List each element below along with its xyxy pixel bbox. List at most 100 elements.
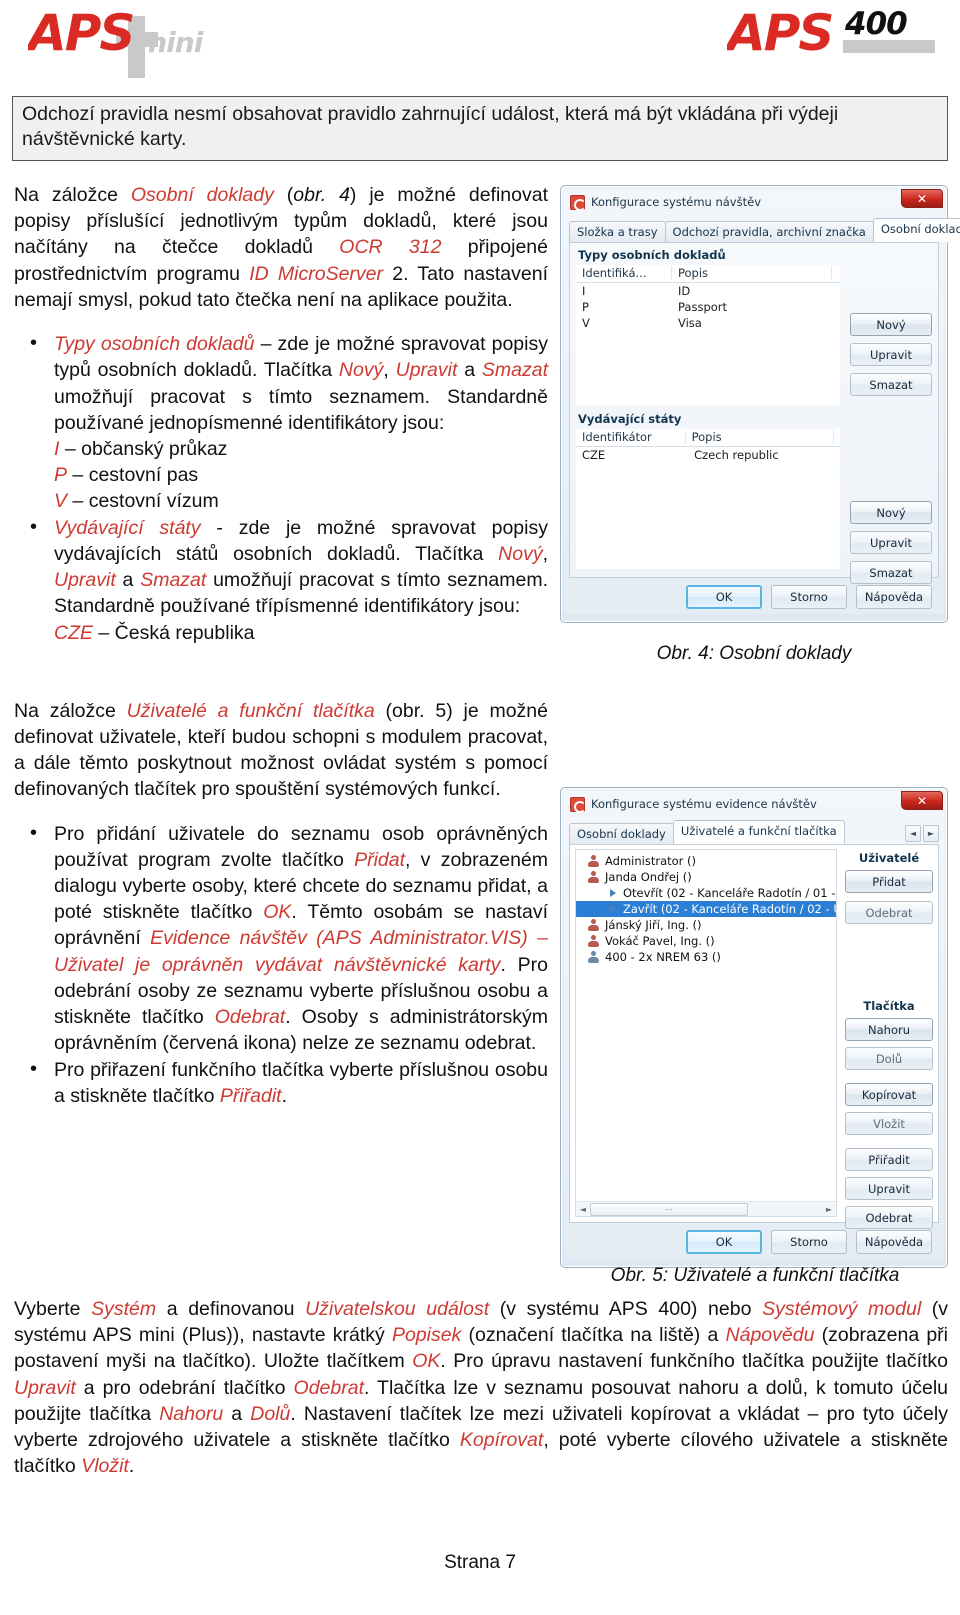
vlozit-button[interactable]: Vložit [845, 1112, 933, 1135]
dialog-title: Konfigurace systému návštěv [591, 195, 761, 209]
tree-node-user[interactable]: 400 - 2x NREM 63 () [576, 949, 836, 965]
dialog-titlebar[interactable]: Konfigurace systému návštěv ✕ [564, 189, 944, 215]
grid-vydavajici-staty[interactable]: Identifikátor Popis CZE Czech republic [576, 429, 840, 569]
text-run: ( [273, 184, 294, 206]
table-row[interactable]: CZE Czech republic [576, 447, 840, 463]
tab-scroll-right-icon[interactable]: ► [923, 825, 939, 842]
table-row[interactable]: P Passport [576, 299, 840, 315]
tree-node-button[interactable]: Otevřít (02 - Kanceláře Radotín / 01 - U… [576, 885, 836, 901]
user-icon [588, 855, 599, 867]
text-run: , [542, 542, 548, 565]
text-run: Na záložce [14, 184, 131, 206]
tab-uzivatele-a-funkcni-tlacitka[interactable]: Uživatelé a funkční tlačítka [672, 820, 845, 844]
panel-body: Administrator () Janda Ondřej () Otevřít… [575, 849, 933, 1229]
text-run-ok: OK [412, 1350, 441, 1373]
tree-node-label: Vokáč Pavel, Ing. () [605, 934, 715, 948]
cell-desc: ID [678, 284, 691, 298]
tree-node-user[interactable]: Jánský Jiří, Ing. () [576, 917, 836, 933]
cell-desc: Passport [678, 300, 728, 314]
upravit-button[interactable]: Upravit [850, 531, 932, 554]
dialog-title: Konfigurace systému evidence návštěv [591, 797, 817, 811]
kopirovat-button[interactable]: Kopírovat [845, 1083, 933, 1106]
upravit-button[interactable]: Upravit [845, 1177, 933, 1200]
page-number: Strana 7 [444, 1552, 516, 1573]
paragraph-osobni-doklady: Na záložce Osobní doklady (obr. 4) je mo… [14, 182, 548, 313]
users-section: Uživatelé Přidat Odebrat [845, 851, 933, 924]
text-run-vlozit: Vložit [81, 1455, 129, 1478]
cell-desc: Czech republic [694, 448, 779, 462]
pridat-button[interactable]: Přidat [845, 870, 933, 893]
text-run-btn-upravit-2: Upravit [54, 569, 116, 592]
scroll-right-icon[interactable]: ► [822, 1205, 836, 1214]
tree-node-user[interactable]: Administrator () [576, 853, 836, 869]
horizontal-scrollbar[interactable]: ◄ ⋯ ► [576, 1201, 836, 1216]
tab-osobni-doklady[interactable]: Osobní doklady [872, 218, 960, 242]
smazat-button[interactable]: Smazat [850, 373, 932, 396]
priradit-button[interactable]: Přiřadit [845, 1148, 933, 1171]
close-icon[interactable]: ✕ [901, 189, 943, 208]
tree-node-button-selected[interactable]: Zavřít (02 - Kanceláře Radotín / 02 - Už… [576, 901, 836, 917]
dialog-client-area: Osobní doklady Uživatelé a funkční tlačí… [569, 820, 939, 1259]
table-row[interactable]: V Visa [576, 315, 840, 331]
group-1-buttons: Nový Upravit Smazat [850, 313, 932, 396]
tree-node-user[interactable]: Vokáč Pavel, Ing. () [576, 933, 836, 949]
napoveda-button[interactable]: Nápověda [856, 1230, 932, 1254]
text-run: umožňují pracovat s tímto seznamem. Stan… [54, 385, 548, 434]
tab-osobni-doklady[interactable]: Osobní doklady [569, 823, 674, 844]
text-run: . [128, 1455, 135, 1478]
warning-note-box: Odchozí pravidla nesmí obsahovat pravidl… [12, 96, 948, 161]
aps-mini-logo-svg: APS mini [24, 4, 205, 78]
column-header-blank [832, 266, 840, 280]
napoveda-button[interactable]: Nápověda [856, 585, 932, 609]
grid-typy-dokladu[interactable]: Identifiká... Popis I ID P Passport V Vi… [576, 265, 840, 405]
tab-strip: Osobní doklady Uživatelé a funkční tlačí… [569, 820, 939, 844]
group-2-buttons: Nový Upravit Smazat [850, 501, 932, 584]
scrollbar-track[interactable]: ⋯ [590, 1202, 822, 1216]
storno-button[interactable]: Storno [771, 1230, 847, 1254]
novy-button[interactable]: Nový [850, 501, 932, 524]
ok-button[interactable]: OK [686, 1230, 762, 1254]
list-item-typy-dokladu: Typy osobních dokladů – zde je možné spr… [14, 330, 548, 515]
text-run-btn-novy-2: Nový [498, 542, 543, 565]
table-row[interactable]: I ID [576, 283, 840, 299]
dolu-button[interactable]: Dolů [845, 1047, 933, 1070]
dialog-titlebar[interactable]: Konfigurace systému evidence návštěv ✕ [564, 791, 944, 817]
text-run: – Česká republika [93, 621, 255, 644]
column-header-popis[interactable]: Popis [672, 266, 832, 280]
tab-scroll-left-icon[interactable]: ◄ [905, 825, 921, 842]
nahoru-button[interactable]: Nahoru [845, 1018, 933, 1041]
odebrat-button[interactable]: Odebrat [845, 901, 933, 924]
upravit-button[interactable]: Upravit [850, 343, 932, 366]
column-header-popis[interactable]: Popis [686, 430, 834, 444]
text-run: – cestovní vízum [67, 490, 219, 513]
play-arrow-icon [610, 905, 616, 913]
column-header-identifikator[interactable]: Identifikátor [576, 430, 686, 444]
tab-slozka-a-trasy[interactable]: Složka a trasy [569, 221, 666, 242]
text-run-btn-priradit: Přiřadit [219, 1084, 282, 1107]
list-item-prirazeni-tlacitka: Pro přiřazení funkčního tlačítka vyberte… [14, 1056, 548, 1109]
tab-panel-uzivatele: Administrator () Janda Ondřej () Otevřít… [569, 844, 939, 1229]
text-run-upravit: Upravit [14, 1376, 76, 1399]
storno-button[interactable]: Storno [771, 585, 847, 609]
smazat-button[interactable]: Smazat [850, 561, 932, 584]
identifier-line-v: V – cestovní vízum [54, 488, 548, 514]
dialog-konfigurace-evidence: Konfigurace systému evidence návštěv ✕ O… [560, 787, 948, 1268]
column-header-identifikator[interactable]: Identifiká... [576, 266, 672, 280]
scrollbar-thumb[interactable]: ⋯ [590, 1202, 748, 1216]
text-run: a [115, 569, 141, 592]
users-tree[interactable]: Administrator () Janda Ondřej () Otevřít… [575, 849, 837, 1217]
text-run-staty-title: Vydávající státy [54, 516, 201, 539]
text-run: a pro odebrání tlačítko [75, 1376, 294, 1399]
novy-button[interactable]: Nový [850, 313, 932, 336]
odebrat-button-2[interactable]: Odebrat [845, 1206, 933, 1229]
app-icon [570, 194, 586, 211]
group-label-vydavajici-staty: Vydávající státy [578, 412, 682, 426]
close-icon[interactable]: ✕ [901, 791, 943, 810]
text-run-system: Systém [91, 1298, 157, 1320]
ok-button[interactable]: OK [686, 585, 762, 609]
text-run-odebrat: Odebrat [293, 1376, 364, 1399]
tree-node-user[interactable]: Janda Ondřej () [576, 869, 836, 885]
tab-odchozi-pravidla[interactable]: Odchozí pravidla, archivní značka [664, 221, 874, 242]
scroll-left-icon[interactable]: ◄ [576, 1205, 590, 1214]
